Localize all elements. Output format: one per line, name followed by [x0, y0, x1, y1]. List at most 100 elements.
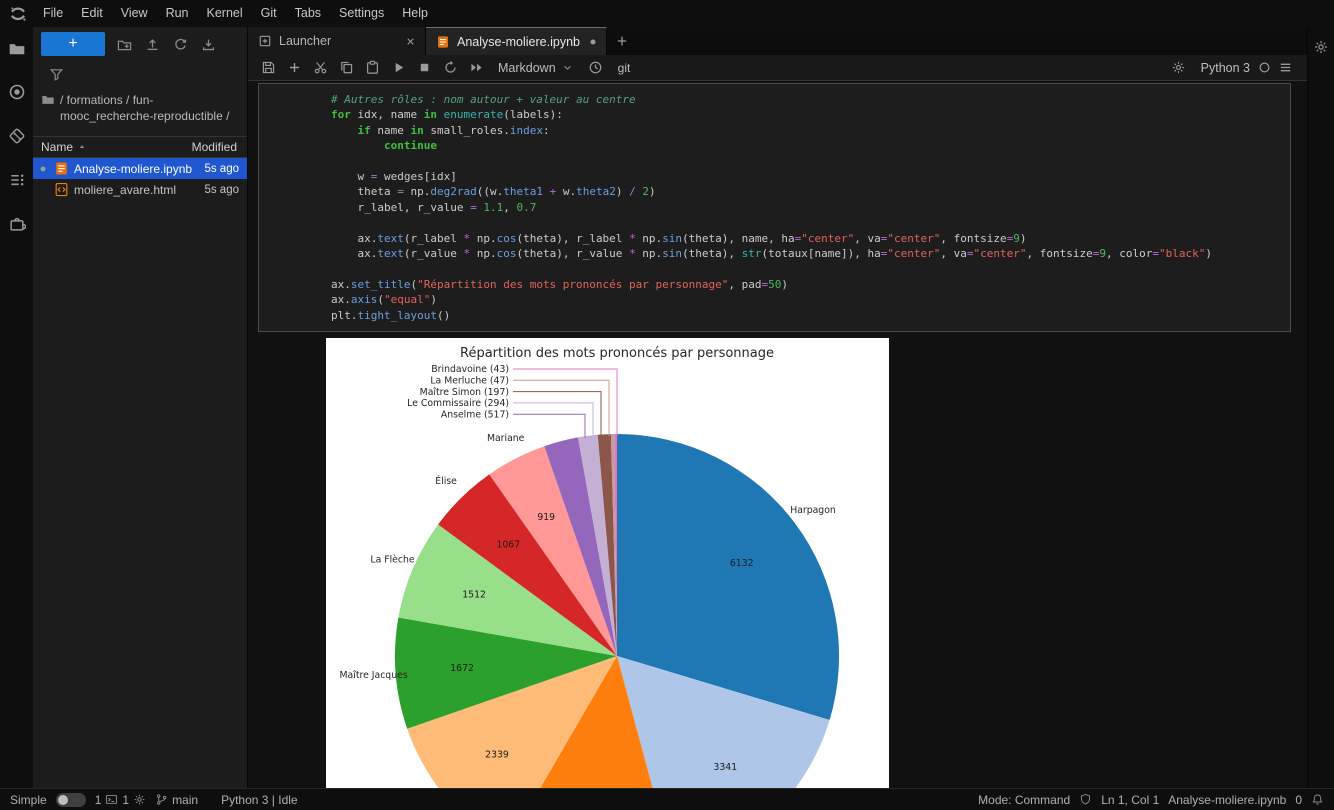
new-launcher-button[interactable]: +: [41, 32, 105, 56]
stop-button[interactable]: [412, 57, 436, 79]
activity-property-inspector[interactable]: [1313, 39, 1329, 55]
menu-help[interactable]: Help: [393, 0, 437, 27]
running-sessions[interactable]: 1 1: [95, 793, 146, 807]
right-activity-bar: [1307, 27, 1334, 788]
insert-button[interactable]: [282, 57, 306, 79]
new-folder-icon: [117, 37, 132, 52]
extensions-icon: [8, 215, 26, 233]
new-folder-button[interactable]: [117, 37, 132, 52]
file-row[interactable]: moliere_avare.html5s ago: [33, 179, 247, 200]
clone-button[interactable]: [201, 37, 216, 52]
jupyterlab-window: FileEditViewRunKernelGitTabsSettingsHelp…: [0, 0, 1334, 810]
restart-icon: [443, 60, 458, 75]
file-filter-row: [33, 61, 247, 87]
terminal-icon: [105, 793, 118, 806]
file-row[interactable]: Analyse-moliere.ipynb5s ago: [33, 158, 247, 179]
activity-git[interactable]: [8, 127, 26, 145]
restart-button[interactable]: [438, 57, 462, 79]
wedge-value: 3341: [713, 762, 737, 773]
files-icon: [8, 39, 26, 57]
copy-button[interactable]: [334, 57, 358, 79]
tab-label: Launcher: [279, 34, 331, 48]
wedge-label: La Flèche: [370, 555, 414, 566]
git-branch-indicator[interactable]: main: [155, 793, 198, 807]
notebook-icon: [436, 35, 450, 49]
activity-extensions[interactable]: [8, 215, 26, 233]
file-name: moliere_avare.html: [74, 183, 199, 197]
chart-title: Répartition des mots prononcés par perso…: [460, 346, 774, 361]
menu-git[interactable]: Git: [252, 0, 286, 27]
kernel-name[interactable]: Python 3: [1201, 61, 1250, 75]
add-tab-button[interactable]: [607, 27, 637, 55]
wedge-value: 2339: [485, 749, 509, 760]
breadcrumb-path: / formations / fun-mooc_recherche-reprod…: [60, 92, 237, 124]
save-button[interactable]: [256, 57, 280, 79]
clone-icon: [201, 37, 216, 52]
file-list-header: Name Modified: [33, 136, 247, 158]
wedge-value: 1672: [450, 663, 474, 674]
tab-analyse-moliere-ipynb[interactable]: Analyse-moliere.ipynb: [426, 27, 607, 55]
wedge-label: Élise: [435, 475, 457, 487]
save-icon: [261, 60, 276, 75]
activity-running[interactable]: [8, 83, 26, 101]
git-branch-name: main: [172, 793, 198, 807]
file-type-notebook-icon: [54, 161, 69, 176]
toolbar-overflow-button[interactable]: [1273, 57, 1297, 79]
tab-close-button[interactable]: [404, 35, 417, 48]
run-button[interactable]: [386, 57, 410, 79]
menu-settings[interactable]: Settings: [330, 0, 393, 27]
simple-mode-toggle[interactable]: [56, 793, 86, 807]
refresh-icon: [173, 37, 188, 52]
activity-toc[interactable]: [8, 171, 26, 189]
refresh-button[interactable]: [173, 37, 188, 52]
run-all-button[interactable]: [464, 57, 488, 79]
menu-kernel[interactable]: Kernel: [198, 0, 252, 27]
callout-label: Maître Simon (197): [420, 387, 509, 398]
run-icon: [391, 60, 406, 75]
notebook-content: # Autres rôles : nom autour + valeur au …: [248, 81, 1307, 788]
cell-output: Répartition des mots prononcés par perso…: [258, 338, 1291, 788]
cursor-position[interactable]: Ln 1, Col 1: [1101, 793, 1159, 807]
simple-mode-label: Simple: [10, 793, 47, 807]
git-toolbar-label[interactable]: git: [618, 61, 631, 75]
workspace: Launcher Analyse-moliere.ipynb Markdown g…: [248, 27, 1307, 788]
status-bar: Simple 1 1 main Python 3 | Idle Mode: Co…: [0, 788, 1334, 810]
cut-button[interactable]: [308, 57, 332, 79]
filter-funnel-icon[interactable]: [49, 67, 64, 82]
bell-icon[interactable]: [1311, 793, 1324, 806]
execution-time-button[interactable]: [584, 57, 608, 79]
breadcrumb[interactable]: / formations / fun-mooc_recherche-reprod…: [33, 87, 247, 128]
tab-launcher[interactable]: Launcher: [248, 27, 426, 55]
launcher-icon: [258, 34, 272, 48]
column-name[interactable]: Name: [41, 140, 192, 154]
notifications-count[interactable]: 0: [1295, 793, 1302, 807]
kernel-status-text[interactable]: Python 3 | Idle: [221, 793, 298, 807]
kernel-status-circle-icon[interactable]: [1258, 61, 1271, 74]
menu-view[interactable]: View: [112, 0, 157, 27]
menu-file[interactable]: File: [34, 0, 72, 27]
cell-type-dropdown[interactable]: Markdown: [498, 61, 574, 75]
menu-edit[interactable]: Edit: [72, 0, 112, 27]
code-editor[interactable]: # Autres rôles : nom autour + valeur au …: [323, 84, 1290, 331]
upload-button[interactable]: [145, 37, 160, 52]
code-cell[interactable]: # Autres rôles : nom autour + valeur au …: [258, 83, 1291, 332]
menu-tabs[interactable]: Tabs: [286, 0, 330, 27]
column-modified[interactable]: Modified: [192, 140, 237, 154]
kernel-settings-button[interactable]: [1167, 57, 1191, 79]
upload-icon: [145, 37, 160, 52]
running-icon: [8, 83, 26, 101]
trust-shield-icon: [1079, 793, 1092, 806]
insert-icon: [287, 60, 302, 75]
menubar: FileEditViewRunKernelGitTabsSettingsHelp: [0, 0, 1334, 27]
pie-chart: Répartition des mots prononcés par perso…: [326, 338, 889, 788]
menu-run[interactable]: Run: [157, 0, 198, 27]
column-name-label: Name: [41, 140, 73, 154]
activity-files[interactable]: [8, 39, 26, 57]
hamburger-icon: [1278, 60, 1293, 75]
callout-line: [513, 403, 593, 437]
stop-icon: [417, 60, 432, 75]
paste-button[interactable]: [360, 57, 384, 79]
callout-label: Anselme (517): [441, 409, 509, 420]
tab-bar: Launcher Analyse-moliere.ipynb: [248, 27, 1307, 55]
notebook-toolbar: Markdown git Python 3: [248, 55, 1307, 81]
